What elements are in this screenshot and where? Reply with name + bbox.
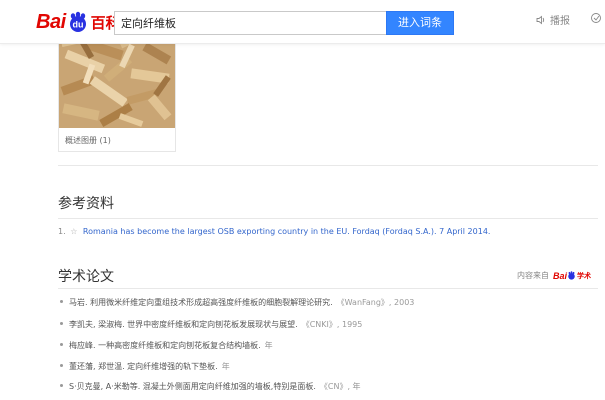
paper-item[interactable]: S·贝克曼, A·米勒等. 混凝土外侧面用定向纤维加强的墙板,特别是面板. 《CN… bbox=[60, 381, 361, 392]
papers-divider bbox=[58, 288, 598, 289]
star-icon[interactable]: ☆ bbox=[70, 227, 77, 236]
play-button[interactable]: 播报 bbox=[536, 12, 570, 27]
share-icon[interactable] bbox=[590, 12, 602, 24]
paper-item[interactable]: 马岩. 利用微米纤维定向重组技术形成超高强度纤维板的细胞裂解理论研究. 《WanF… bbox=[60, 297, 414, 308]
top-bar: Bai du 百科 进入词条 播报 bbox=[0, 0, 605, 44]
gallery-caption[interactable]: 概述图册 (1) bbox=[65, 135, 111, 146]
bullet-icon bbox=[60, 343, 63, 346]
logo-bai-text: Bai bbox=[36, 10, 66, 33]
paw-icon: du bbox=[69, 11, 86, 32]
content-source: 内容来自 Bai 学术 bbox=[517, 270, 591, 281]
osb-board-image[interactable] bbox=[59, 31, 175, 128]
baidu-baike-logo[interactable]: Bai du 百科 bbox=[36, 9, 121, 35]
search-input[interactable] bbox=[114, 11, 386, 35]
source-label: 内容来自 bbox=[516, 271, 549, 280]
papers-title: 学术论文 bbox=[58, 269, 114, 285]
reference-number: 1. bbox=[58, 227, 66, 236]
paper-item[interactable]: 梅应峰. 一种高密度纤维板和定向刨花板复合结构墙板. 年 bbox=[60, 340, 273, 351]
paw-small-icon bbox=[568, 271, 575, 280]
paper-item[interactable]: 李凯夫, 梁淑梅. 世界中密度纤维板和定向刨花板发展现状与展望. 《CNKI》, … bbox=[60, 319, 362, 330]
bullet-icon bbox=[60, 384, 63, 387]
bullet-icon bbox=[60, 322, 63, 325]
references-title: 参考资料 bbox=[58, 196, 114, 212]
bullet-icon bbox=[60, 300, 63, 303]
paper-item[interactable]: 董还藩, 郑世温. 定向纤维增强的轨下垫板. 年 bbox=[60, 361, 230, 372]
osb-texture-image bbox=[59, 31, 175, 128]
reference-item: 1. ☆ Romania has become the largest OSB … bbox=[58, 227, 490, 236]
gallery-card[interactable]: 概述图册 (1) bbox=[58, 30, 176, 152]
reference-link[interactable]: Romania has become the largest OSB expor… bbox=[83, 227, 491, 236]
references-divider bbox=[58, 218, 598, 219]
divider bbox=[58, 165, 598, 166]
baidu-xueshu-logo[interactable]: Bai 学术 bbox=[553, 271, 591, 281]
bullet-icon bbox=[60, 364, 63, 367]
svg-text:du: du bbox=[72, 20, 83, 30]
speaker-icon bbox=[536, 15, 545, 24]
enter-entry-button[interactable]: 进入词条 bbox=[386, 11, 454, 35]
play-label: 播报 bbox=[550, 16, 570, 27]
